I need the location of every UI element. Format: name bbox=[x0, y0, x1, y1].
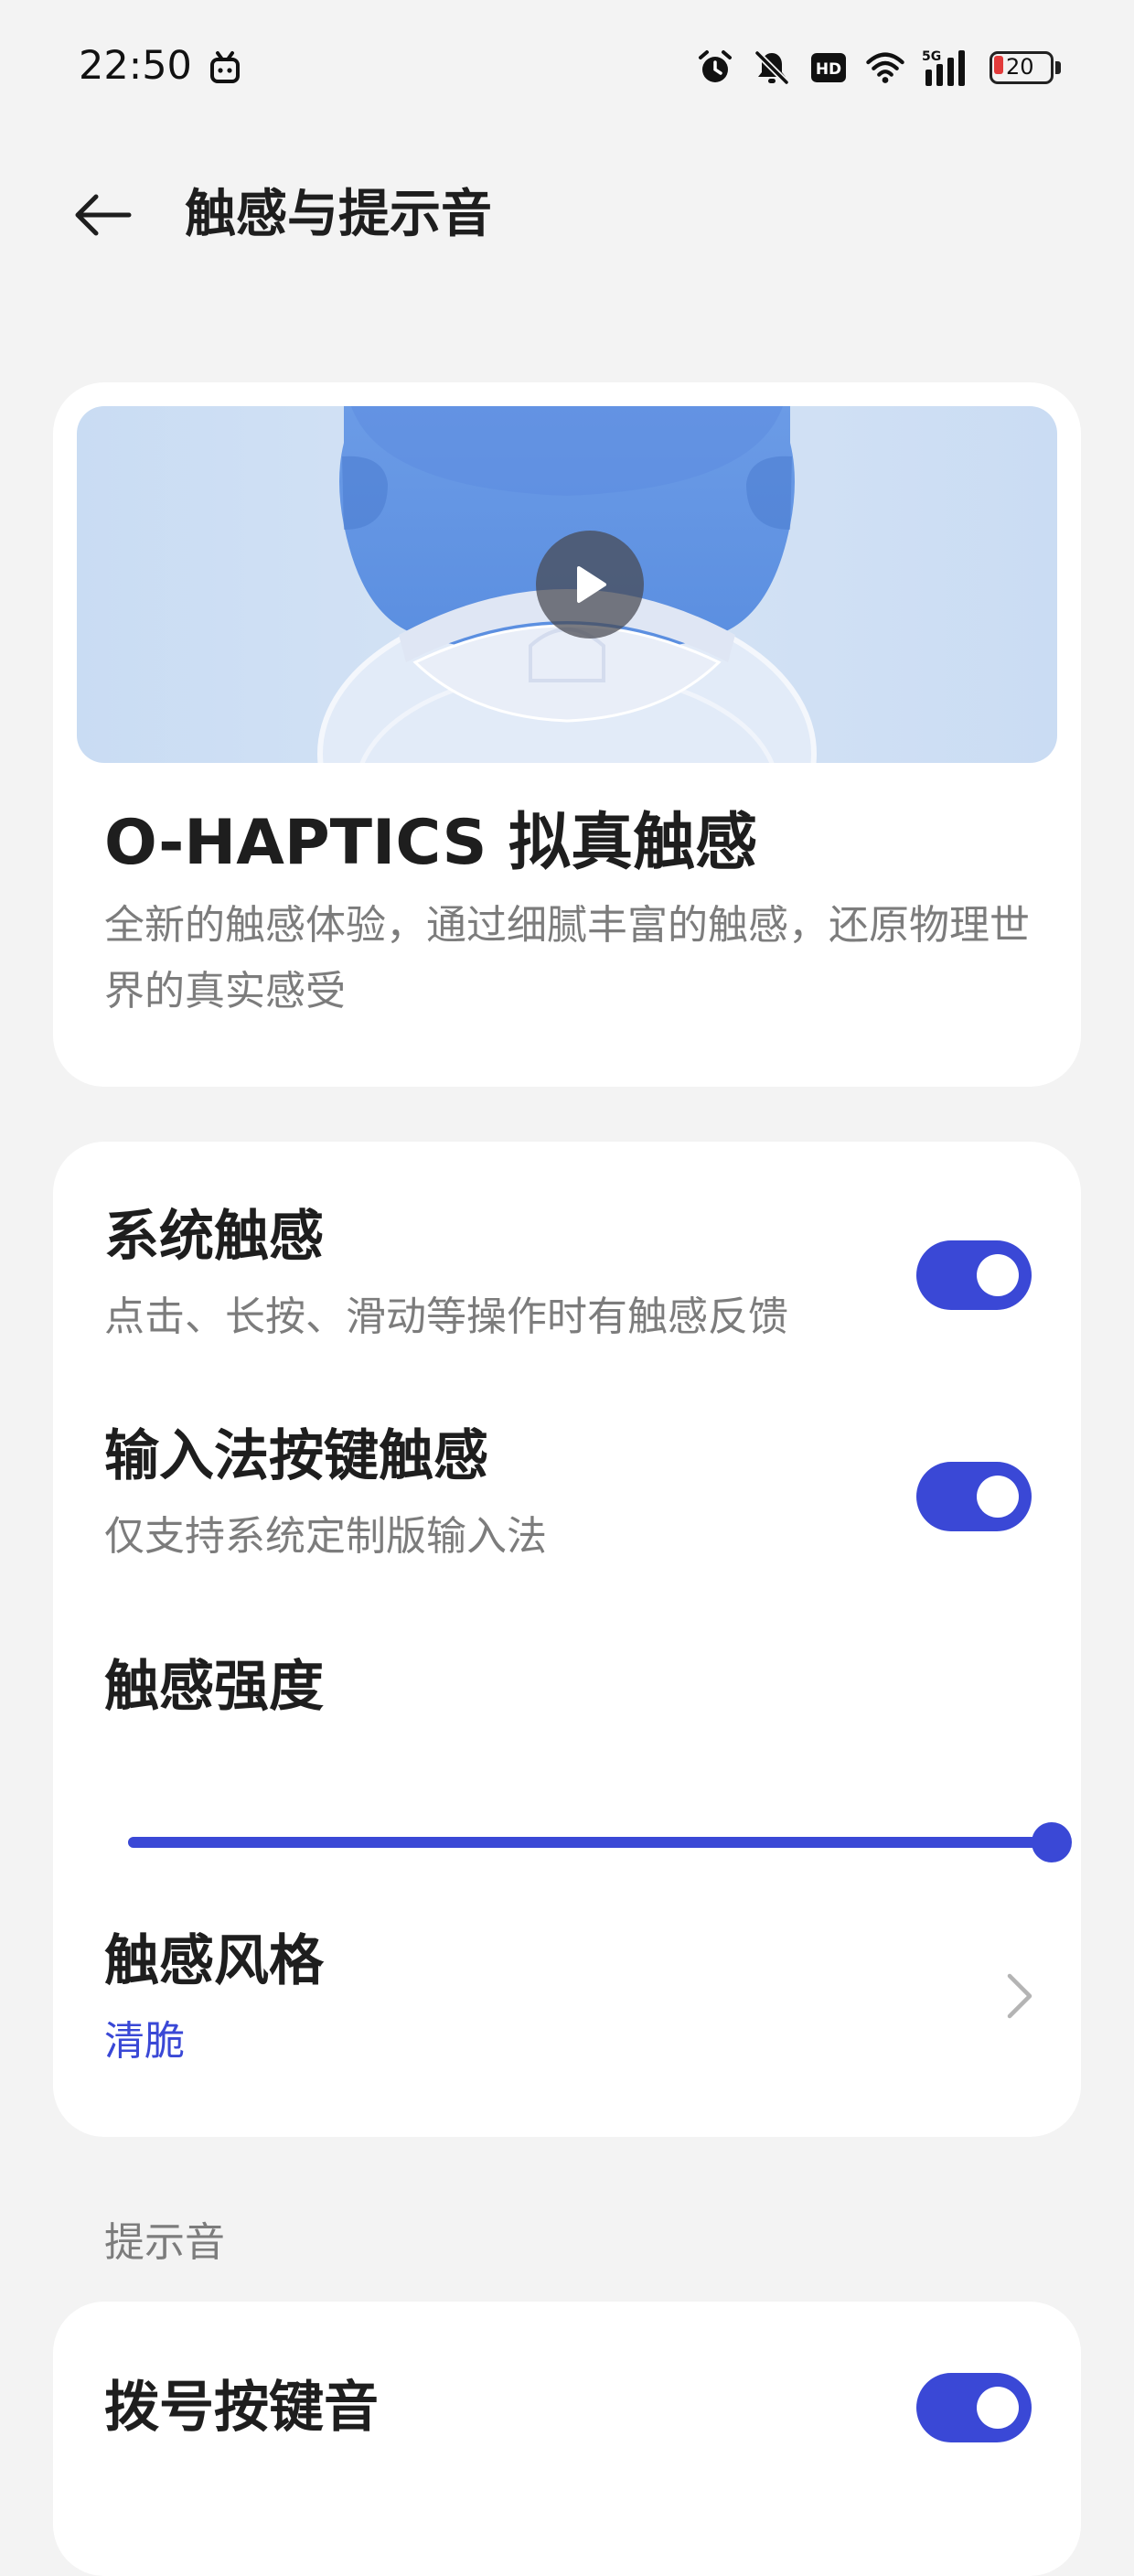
wifi-icon bbox=[865, 48, 905, 88]
header: 触感与提示音 bbox=[0, 165, 1134, 265]
back-arrow-icon bbox=[75, 194, 132, 236]
app-notification-icon bbox=[207, 49, 243, 86]
mute-bell-icon bbox=[752, 48, 792, 88]
keyboard-haptics-toggle[interactable] bbox=[916, 1462, 1032, 1531]
system-haptics-subtitle: 点击、长按、滑动等操作时有触感反馈 bbox=[104, 1293, 788, 1340]
haptics-settings-card: 系统触感 点击、长按、滑动等操作时有触感反馈 输入法按键触感 仅支持系统定制版输… bbox=[53, 1142, 1081, 2137]
toggle-knob bbox=[977, 1476, 1019, 1518]
slider-thumb[interactable] bbox=[1032, 1822, 1072, 1862]
sounds-card: 拨号按键音 bbox=[53, 2302, 1081, 2576]
play-icon bbox=[577, 566, 606, 603]
back-button[interactable] bbox=[66, 185, 139, 245]
haptics-intro-card: O-HAPTICS 拟真触感 全新的触感体验，通过细腻丰富的触感，还原物理世界的… bbox=[53, 382, 1081, 1087]
dial-keypad-tone-toggle[interactable] bbox=[916, 2373, 1032, 2442]
toggle-knob bbox=[977, 1254, 1019, 1296]
status-icons: HD 5G 20 bbox=[695, 44, 1061, 91]
page-title: 触感与提示音 bbox=[185, 185, 492, 244]
hd-icon: HD bbox=[808, 48, 849, 88]
keyboard-haptics-title: 输入法按键触感 bbox=[104, 1424, 488, 1488]
svg-text:5G: 5G bbox=[922, 49, 941, 64]
system-haptics-title: 系统触感 bbox=[104, 1205, 324, 1269]
slider-fill bbox=[128, 1837, 1052, 1848]
alarm-icon bbox=[695, 48, 735, 88]
svg-text:HD: HD bbox=[816, 60, 841, 79]
chevron-right-icon bbox=[1007, 1973, 1032, 2019]
battery-level: 20 bbox=[1006, 54, 1034, 80]
battery-icon: 20 bbox=[990, 51, 1061, 84]
haptic-style-title: 触感风格 bbox=[104, 1929, 324, 1993]
haptic-intensity-title: 触感强度 bbox=[104, 1655, 324, 1719]
hero-title: O-HAPTICS 拟真触感 bbox=[104, 807, 758, 879]
hero-description: 全新的触感体验，通过细腻丰富的触感，还原物理世界的真实感受 bbox=[104, 902, 1030, 1014]
play-button[interactable] bbox=[536, 531, 644, 639]
haptic-intensity-slider[interactable] bbox=[128, 1819, 1072, 1866]
keyboard-haptics-subtitle: 仅支持系统定制版输入法 bbox=[104, 1513, 547, 1560]
section-label-sounds: 提示音 bbox=[104, 2219, 225, 2266]
dial-keypad-tone-title: 拨号按键音 bbox=[104, 2376, 379, 2440]
haptic-style-value: 清脆 bbox=[104, 2018, 185, 2065]
status-time: 22:50 bbox=[79, 43, 192, 89]
status-bar: 22:50 HD 5G 20 bbox=[0, 0, 1134, 137]
system-haptics-toggle[interactable] bbox=[916, 1240, 1032, 1310]
toggle-knob bbox=[977, 2387, 1019, 2429]
haptics-video-thumbnail[interactable] bbox=[77, 406, 1057, 763]
5g-signal-icon: 5G bbox=[922, 48, 973, 88]
